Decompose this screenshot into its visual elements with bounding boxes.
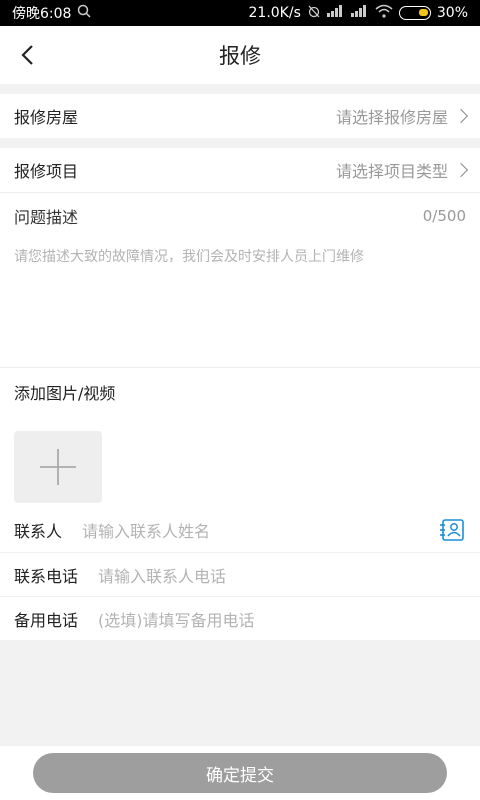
project-placeholder: 请选择项目类型 [335, 162, 448, 181]
description-counter: 0/500 [422, 207, 466, 225]
contact-name-input[interactable]: 请输入联系人姓名 [82, 518, 438, 542]
contact-name-label: 联系人 [14, 522, 63, 541]
network-speed: 21.0K/s [248, 5, 301, 21]
media-section: 添加图片/视频 [0, 367, 480, 508]
backup-phone-input[interactable]: (选填)请填写备用电话 [98, 607, 466, 631]
contact-phone-input[interactable]: 请输入联系人电话 [98, 563, 466, 587]
bottom-bar: 确定提交 [0, 746, 480, 800]
contact-book-button[interactable] [438, 518, 466, 542]
spacer [0, 138, 480, 148]
description-label: 问题描述 [14, 208, 79, 227]
plus-icon [40, 449, 76, 485]
description-section: 问题描述 0/500 请您描述大致的故障情况，我们会及时安排人员上门维修 [0, 193, 480, 367]
chevron-right-icon [453, 108, 469, 124]
house-value: 请选择报修房屋 [335, 104, 469, 128]
back-button[interactable] [14, 41, 42, 69]
project-value: 请选择项目类型 [335, 158, 469, 182]
signal-icon-2 [350, 5, 369, 21]
project-label: 报修项目 [14, 162, 79, 181]
contact-phone-label: 联系电话 [14, 566, 79, 586]
contact-section: 联系人 请输入联系人姓名 联系电话 请输入联系人电话 备用电话 (选填)请填写备… [0, 508, 480, 640]
description-textarea[interactable]: 请您描述大致的故障情况，我们会及时安排人员上门维修 [0, 239, 480, 367]
description-placeholder: 请您描述大致的故障情况，我们会及时安排人员上门维修 [14, 249, 364, 265]
page-title: 报修 [219, 44, 261, 68]
battery-icon [398, 6, 431, 20]
status-bar: 傍晚6:08 21.0K/s 30% [0, 0, 480, 26]
status-right: 21.0K/s 30% [248, 4, 468, 22]
nav-bar: 报修 [0, 26, 480, 84]
battery-percent: 30% [436, 5, 468, 21]
house-placeholder: 请选择报修房屋 [335, 108, 448, 127]
backup-phone-label: 备用电话 [14, 610, 79, 630]
house-select-row[interactable]: 报修房屋 请选择报修房屋 [0, 94, 480, 138]
status-time: 傍晚6:08 [12, 6, 72, 22]
backup-phone-row: 备用电话 (选填)请填写备用电话 [0, 596, 480, 640]
submit-button[interactable]: 确定提交 [33, 753, 447, 793]
status-left: 傍晚6:08 [12, 3, 91, 23]
house-label: 报修房屋 [14, 108, 79, 127]
project-select-row[interactable]: 报修项目 请选择项目类型 [0, 148, 480, 192]
spacer [0, 84, 480, 94]
search-icon [77, 4, 91, 22]
alarm-off-icon [307, 4, 321, 22]
chevron-right-icon [453, 162, 469, 178]
contact-phone-row: 联系电话 请输入联系人电话 [0, 552, 480, 596]
wifi-icon [375, 4, 393, 22]
contact-book-icon [440, 519, 464, 541]
description-header: 问题描述 0/500 [0, 193, 480, 239]
signal-icon [326, 5, 345, 21]
add-media-button[interactable] [14, 431, 102, 503]
media-body [0, 416, 480, 508]
contact-name-row: 联系人 请输入联系人姓名 [0, 508, 480, 552]
chevron-left-icon [21, 45, 33, 65]
media-label: 添加图片/视频 [14, 384, 116, 403]
